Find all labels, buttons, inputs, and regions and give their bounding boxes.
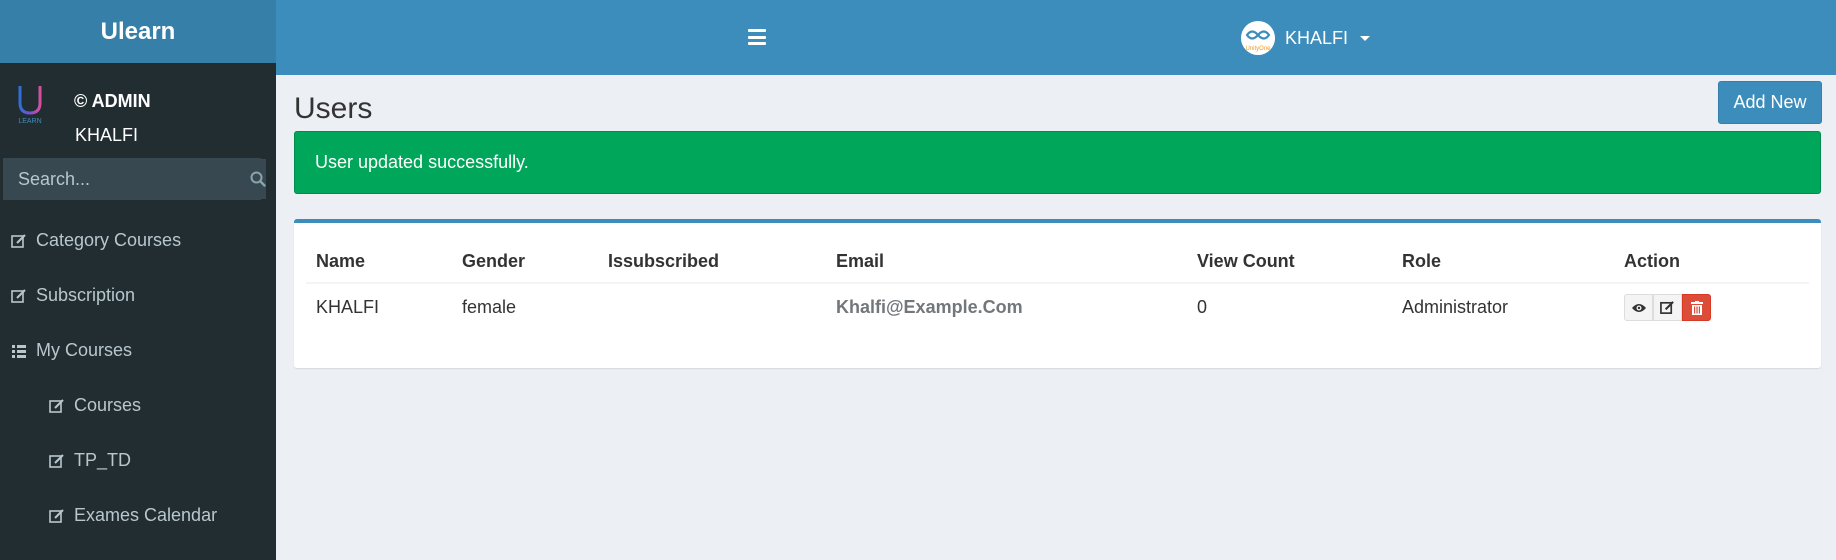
edit-icon xyxy=(10,287,28,305)
sidebar-item-label: Exames Calendar xyxy=(74,505,218,525)
sidebar-item-my-courses[interactable]: My Courses xyxy=(0,323,276,378)
edit-icon xyxy=(48,507,66,525)
hamburger-icon[interactable] xyxy=(746,26,768,48)
top-navbar: UnityOne KHALFI xyxy=(276,0,1836,75)
user-menu-dropdown[interactable]: UnityOne KHALFI xyxy=(1241,20,1371,56)
svg-text:LEARN: LEARN xyxy=(18,118,41,125)
search-button[interactable] xyxy=(250,159,266,199)
column-header-view-count: View Count xyxy=(1187,241,1392,284)
user-role: © ADMIN xyxy=(74,91,151,111)
search-icon xyxy=(250,171,266,187)
edit-icon xyxy=(1660,301,1674,314)
search-input[interactable] xyxy=(4,159,250,199)
cell-name: KHALFI xyxy=(316,297,380,317)
users-table-box: Name Gender Issubscribed Email View Coun… xyxy=(294,219,1821,368)
cell-action xyxy=(1614,283,1809,331)
row-actions xyxy=(1624,294,1809,321)
column-header-gender: Gender xyxy=(452,241,598,284)
column-header-name: Name xyxy=(306,241,452,284)
sidebar-item-label: Courses xyxy=(74,395,142,415)
sidebar-item-label: Subscription xyxy=(36,285,136,305)
column-header-role: Role xyxy=(1392,241,1614,284)
sidebar-item-label: Category Courses xyxy=(36,230,182,250)
app-brand[interactable]: Ulearn xyxy=(0,0,276,63)
email-link[interactable]: Khalfi@Example.Com xyxy=(836,297,1023,317)
sidebar-item-label: TP_TD xyxy=(74,450,132,470)
sidebar: Ulearn LEARN © ADMIN KHALFI Cat xyxy=(0,0,276,560)
ulearn-logo: LEARN xyxy=(18,86,42,125)
sidebar-item-category-courses[interactable]: Category Courses xyxy=(0,213,276,268)
list-icon xyxy=(10,342,28,360)
table-row: KHALFI female Khalfi@Example.Com 0 Admin… xyxy=(306,283,1809,331)
column-header-email: Email xyxy=(826,241,1187,284)
users-table: Name Gender Issubscribed Email View Coun… xyxy=(306,241,1809,331)
sidebar-search xyxy=(3,158,266,200)
edit-icon xyxy=(10,232,28,250)
sidebar-item-exames-calendar[interactable]: Exames Calendar xyxy=(0,488,276,543)
edit-button[interactable] xyxy=(1653,294,1682,321)
cell-email: Khalfi@Example.Com xyxy=(826,283,1187,331)
sidebar-item-tp-td[interactable]: TP_TD xyxy=(0,433,276,488)
sidebar-item-courses[interactable]: Courses xyxy=(0,378,276,433)
trash-icon xyxy=(1690,300,1703,315)
sidebar-user-name: KHALFI xyxy=(75,125,139,145)
column-header-issubscribed: Issubscribed xyxy=(598,241,826,284)
column-header-action: Action xyxy=(1614,241,1809,284)
view-button[interactable] xyxy=(1624,294,1653,321)
table-header-row: Name Gender Issubscribed Email View Coun… xyxy=(306,241,1809,284)
success-alert: User updated successfully. xyxy=(294,131,1821,194)
edit-icon xyxy=(48,452,66,470)
cell-issubscribed xyxy=(598,283,826,331)
header-user-name: KHALFI xyxy=(1285,27,1349,48)
svg-text:UnityOne: UnityOne xyxy=(1245,46,1271,52)
edit-icon xyxy=(48,397,66,415)
page-title: Users xyxy=(294,92,373,125)
sidebar-menu: Category Courses Subscription My Courses… xyxy=(0,213,276,543)
eye-icon xyxy=(1631,303,1646,312)
avatar: UnityOne xyxy=(1241,21,1275,55)
add-new-button[interactable]: Add New xyxy=(1718,81,1822,124)
cell-gender: female xyxy=(462,297,517,317)
delete-button[interactable] xyxy=(1682,294,1711,321)
cell-role: Administrator xyxy=(1402,297,1509,317)
caret-down-icon xyxy=(1360,35,1371,41)
user-panel: LEARN xyxy=(0,63,276,163)
alert-message: User updated successfully. xyxy=(315,152,529,172)
cell-view-count: 0 xyxy=(1197,297,1208,317)
sidebar-item-label: My Courses xyxy=(36,340,133,360)
sidebar-item-subscription[interactable]: Subscription xyxy=(0,268,276,323)
